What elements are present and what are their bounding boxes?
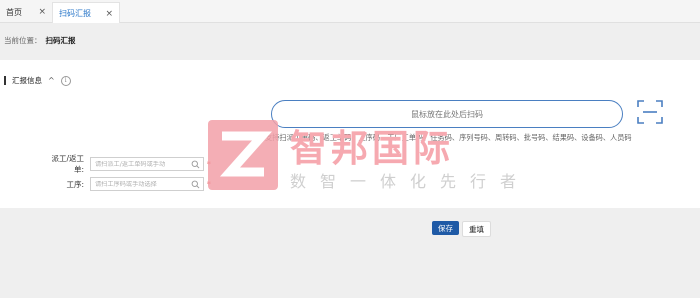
section-header: 汇报信息 ^ i <box>4 75 71 86</box>
close-icon[interactable]: × <box>105 9 113 19</box>
dispatch-input[interactable] <box>95 160 191 168</box>
watermark-logo-icon <box>208 120 278 190</box>
watermark-slogan: 数智一体化先行者 <box>290 172 531 191</box>
process-row: 工序: * <box>44 177 211 191</box>
info-icon[interactable]: i <box>60 75 71 86</box>
collapse-caret-icon[interactable]: ^ <box>48 76 55 85</box>
dispatch-label: 派工/返工单: <box>51 154 84 174</box>
scan-frame-icon[interactable] <box>637 100 663 124</box>
watermark-name: 智邦国际 <box>290 127 454 170</box>
watermark: 智邦国际 数智一体化先行者 <box>208 120 516 198</box>
reset-button[interactable]: 重填 <box>462 221 491 237</box>
dispatch-row: 派工/返工单: * <box>44 153 211 175</box>
breadcrumb: 当前位置： 扫码汇报 <box>4 35 76 46</box>
save-button[interactable]: 保存 <box>432 221 459 235</box>
tab-home[interactable]: 首页 × <box>0 2 52 22</box>
dispatch-field[interactable] <box>90 157 204 171</box>
process-label: 工序: <box>66 179 84 189</box>
section-title: 汇报信息 <box>12 76 42 85</box>
search-icon[interactable] <box>191 180 200 189</box>
tab-bar: 首页 × 扫码汇报 × <box>0 0 700 24</box>
process-field[interactable] <box>90 177 204 191</box>
search-icon[interactable] <box>191 160 200 169</box>
process-input[interactable] <box>95 180 191 188</box>
footer-bar: 保存 重填 <box>0 208 700 298</box>
close-icon[interactable]: × <box>38 7 46 17</box>
breadcrumb-prefix: 当前位置： <box>4 36 42 45</box>
tab-scan-report-label: 扫码汇报 <box>59 9 91 18</box>
tab-scan-report[interactable]: 扫码汇报 × <box>52 2 120 24</box>
section-marker <box>4 76 6 85</box>
breadcrumb-current: 扫码汇报 <box>45 36 76 45</box>
tab-home-label: 首页 <box>6 7 22 17</box>
breadcrumb-bar: 当前位置： 扫码汇报 <box>0 23 700 60</box>
